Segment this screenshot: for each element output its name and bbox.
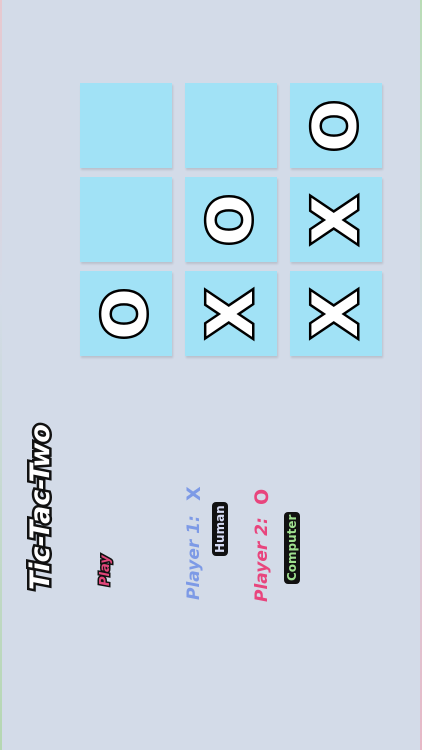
game-title: Tic-Tac-Two bbox=[23, 422, 59, 593]
game-screen: O O X O X X Tic-Tac-Two Play Player 1: X… bbox=[0, 0, 422, 750]
player-1-label: Player 1: bbox=[184, 515, 204, 600]
board-cell-r3-c2[interactable]: X bbox=[185, 271, 277, 356]
player-2-label: Player 2: bbox=[252, 517, 272, 602]
left-edge-strip bbox=[0, 0, 2, 750]
play-button[interactable]: Play bbox=[97, 554, 115, 588]
cell-mark: X bbox=[192, 287, 270, 340]
board-cell-r1-c1[interactable] bbox=[80, 83, 172, 168]
board-cell-r3-c1[interactable]: O bbox=[80, 271, 172, 356]
player-1-symbol: X bbox=[183, 486, 205, 501]
player-2-type-toggle[interactable]: Computer bbox=[284, 511, 300, 584]
player-2-symbol: O bbox=[251, 488, 273, 505]
board-cell-r2-c3[interactable]: X bbox=[290, 177, 382, 262]
player-1-type-toggle[interactable]: Human bbox=[212, 502, 228, 556]
cell-mark: O bbox=[193, 191, 268, 247]
cell-mark: X bbox=[297, 193, 375, 246]
board-cell-r2-c2[interactable]: O bbox=[185, 177, 277, 262]
cell-mark: O bbox=[88, 285, 163, 341]
board-cell-r1-c2[interactable] bbox=[185, 83, 277, 168]
board-cell-r1-c3[interactable]: O bbox=[290, 83, 382, 168]
game-board: O O X O X X bbox=[80, 83, 382, 357]
board-cell-r3-c3[interactable]: X bbox=[290, 271, 382, 356]
cell-mark: O bbox=[298, 97, 373, 153]
board-cell-r2-c1[interactable] bbox=[80, 177, 172, 262]
cell-mark: X bbox=[297, 287, 375, 340]
